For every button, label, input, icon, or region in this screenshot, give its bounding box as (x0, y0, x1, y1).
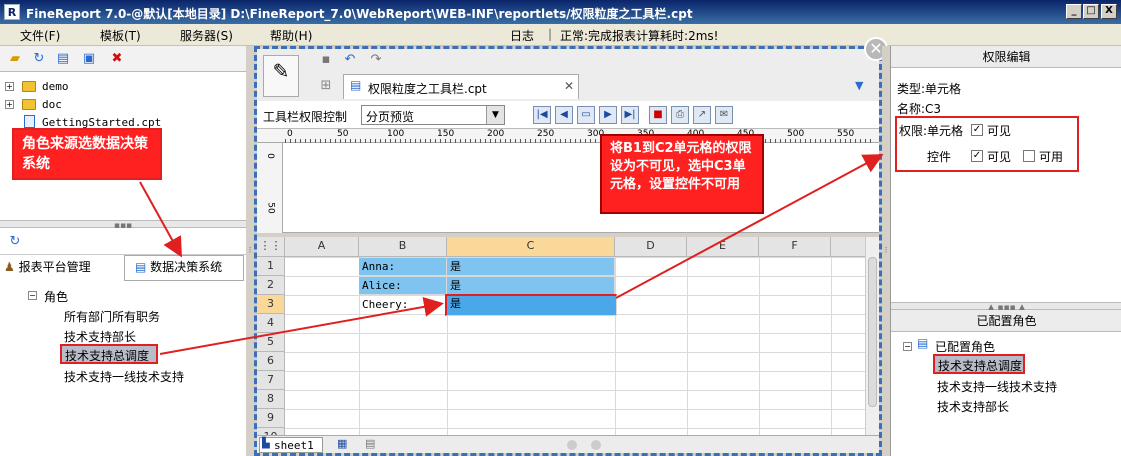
arrow-to-decision-tab (139, 181, 182, 258)
arrow-to-perm-box (615, 154, 884, 299)
arrow-to-cell-c3 (159, 296, 444, 355)
annotation-arrows (139, 154, 884, 355)
